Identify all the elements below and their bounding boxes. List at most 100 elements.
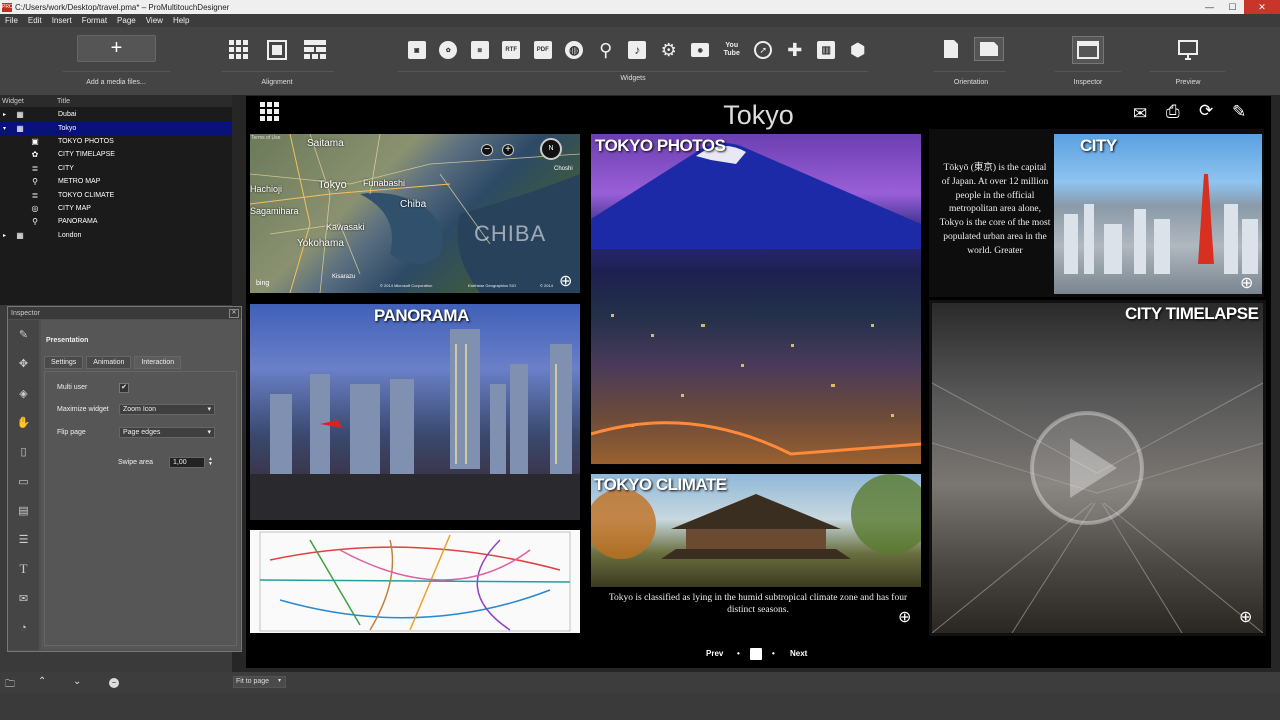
youtube-icon[interactable]: You Tube bbox=[716, 38, 748, 62]
bing-logo: bing bbox=[256, 280, 270, 287]
cube-icon[interactable]: ⬢ bbox=[842, 38, 874, 62]
text-icon[interactable]: ≣ bbox=[464, 38, 496, 62]
menu-insert[interactable]: Insert bbox=[47, 16, 77, 25]
city-timelapse-tile[interactable]: CITY TIMELAPSE ⊕ bbox=[929, 300, 1266, 636]
tab-settings[interactable]: Settings bbox=[44, 356, 84, 369]
menu-edit[interactable]: Edit bbox=[23, 16, 47, 25]
hand-icon[interactable]: ✋ bbox=[8, 408, 39, 437]
fill-icon[interactable]: ◈ bbox=[8, 379, 39, 408]
tree-row[interactable]: ≣ TOKYO CLIMATE bbox=[0, 188, 232, 201]
page-dot[interactable]: • bbox=[737, 649, 740, 658]
tree-row[interactable]: ▸ ▦ London bbox=[0, 229, 232, 242]
tree-row[interactable]: ▣ TOKYO PHOTOS bbox=[0, 135, 232, 148]
window-icon[interactable]: ▤ bbox=[8, 496, 39, 525]
panorama-tile[interactable]: PANORAMA bbox=[250, 304, 580, 520]
current-page-indicator[interactable] bbox=[750, 648, 762, 660]
menu-format[interactable]: Format bbox=[77, 16, 112, 25]
preview-monitor-icon[interactable] bbox=[1175, 37, 1201, 63]
compass-icon[interactable]: N bbox=[540, 138, 562, 160]
page-icon[interactable]: ▯ bbox=[8, 437, 39, 466]
tree-row[interactable]: ⚲ METRO MAP bbox=[0, 175, 232, 188]
close-icon[interactable]: ✕ bbox=[229, 308, 239, 318]
tree-row[interactable]: ⚲ PANORAMA bbox=[0, 215, 232, 228]
move-icon[interactable]: ✥ bbox=[8, 349, 39, 378]
reel-icon: ✿ bbox=[31, 150, 39, 160]
pdf-icon[interactable]: PDF bbox=[527, 38, 559, 62]
zoom-icon[interactable]: ⊕ bbox=[1240, 273, 1260, 293]
tree-row[interactable]: ✿ CITY TIMELAPSE bbox=[0, 148, 232, 161]
tokyo-climate-tile[interactable]: TOKYO CLIMATE Tokyo is classified as lyi… bbox=[589, 471, 924, 633]
zoom-in-button[interactable]: + bbox=[502, 144, 514, 156]
terms-link[interactable]: Terms of Use bbox=[251, 135, 280, 141]
align-mosaic-icon[interactable] bbox=[302, 38, 328, 62]
section-title: Presentation bbox=[46, 337, 89, 344]
pin-icon[interactable]: ⚲ bbox=[590, 38, 622, 62]
camera-icon[interactable]: ◉ bbox=[685, 38, 717, 62]
flip-page-select[interactable]: Page edges bbox=[119, 427, 215, 438]
mail-icon[interactable]: ✉ bbox=[8, 584, 39, 613]
monitor-icon[interactable]: ▭ bbox=[8, 466, 39, 495]
compass-icon[interactable]: ➚ bbox=[748, 38, 780, 62]
edit-icon[interactable]: ✎ bbox=[1232, 102, 1246, 122]
swipe-area-input[interactable]: 1,00 bbox=[169, 457, 205, 468]
tree-row[interactable]: ≣ CITY bbox=[0, 162, 232, 175]
landscape-icon[interactable] bbox=[974, 37, 1004, 61]
expander-icon[interactable]: ▾ bbox=[0, 125, 7, 132]
spinner-icon[interactable]: ▲ ▼ bbox=[208, 457, 213, 467]
multi-user-checkbox[interactable]: ✔ bbox=[119, 383, 129, 393]
zoom-icon[interactable]: ⊕ bbox=[898, 607, 918, 627]
menu-help[interactable]: Help bbox=[168, 16, 194, 25]
align-grid-icon[interactable] bbox=[227, 38, 251, 62]
music-icon[interactable]: ♪ bbox=[622, 38, 654, 62]
menu-view[interactable]: View bbox=[141, 16, 168, 25]
expander-icon[interactable]: ▸ bbox=[0, 111, 7, 118]
reel-icon[interactable]: ✿ bbox=[433, 38, 465, 62]
tokyo-photos-tile[interactable]: TOKYO PHOTOS bbox=[591, 134, 921, 464]
folder-icon[interactable]: 🗀 bbox=[5, 677, 15, 694]
tree-row-selected[interactable]: ▾ ▦ Tokyo bbox=[0, 121, 232, 135]
move-up-icon[interactable]: ⌃ bbox=[38, 676, 46, 687]
map-label: Saitama bbox=[307, 138, 344, 149]
menu-page[interactable]: Page bbox=[112, 16, 141, 25]
prev-link[interactable]: Prev bbox=[706, 649, 723, 658]
inspector-panel-icon[interactable] bbox=[1072, 36, 1104, 64]
preview-label: Preview bbox=[1175, 79, 1201, 86]
map-attribution: © 2014 Microsoft Corporation bbox=[380, 283, 433, 288]
page-dot[interactable]: • bbox=[772, 649, 775, 658]
metro-map-tile[interactable] bbox=[250, 530, 580, 633]
maximize-select[interactable]: Zoom Icon bbox=[119, 404, 215, 415]
expander-icon[interactable]: ▸ bbox=[0, 232, 7, 239]
city-tile[interactable]: Tōkyō (東京) is the capital of Japan. At o… bbox=[929, 129, 1264, 297]
puzzle-icon[interactable]: ✚ bbox=[779, 38, 811, 62]
mail-icon[interactable]: ✉ bbox=[1133, 104, 1147, 124]
zoom-icon[interactable]: ⊕ bbox=[559, 271, 579, 291]
gauge-icon[interactable]: ◔ bbox=[8, 613, 39, 642]
list-icon[interactable]: ☰ bbox=[8, 525, 39, 554]
print-icon[interactable]: ⎙ bbox=[1166, 102, 1180, 122]
align-single-icon[interactable] bbox=[265, 38, 289, 62]
tree-row[interactable]: ▸ ▦ Dubai bbox=[0, 108, 232, 121]
wrench-icon[interactable]: ✎ bbox=[8, 320, 39, 349]
portrait-icon[interactable] bbox=[940, 37, 962, 61]
tree-row[interactable]: ◎ CITY MAP bbox=[0, 202, 232, 215]
zoom-icon[interactable]: ⊕ bbox=[1239, 607, 1259, 627]
remove-icon[interactable]: − bbox=[109, 678, 119, 688]
gear-icon[interactable]: ⚙ bbox=[653, 38, 685, 62]
maximize-button[interactable]: ☐ bbox=[1221, 0, 1244, 14]
add-media-button[interactable]: + bbox=[77, 35, 156, 62]
globe-icon[interactable]: ◍ bbox=[559, 38, 591, 62]
rtf-icon[interactable]: RTF bbox=[496, 38, 528, 62]
tab-animation[interactable]: Animation bbox=[86, 356, 132, 369]
next-link[interactable]: Next bbox=[790, 649, 807, 658]
map-tile[interactable]: Terms of Use Saitama Tokyo Funabashi Chi… bbox=[250, 134, 580, 293]
text-format-icon[interactable]: T bbox=[8, 554, 39, 583]
zoom-out-button[interactable]: − bbox=[481, 144, 493, 156]
close-button[interactable]: ✕ bbox=[1244, 0, 1280, 14]
image-icon[interactable]: ▣ bbox=[401, 38, 433, 62]
tab-interaction[interactable]: Interaction bbox=[134, 356, 182, 369]
menu-file[interactable]: File bbox=[0, 16, 23, 25]
minimize-button[interactable]: — bbox=[1198, 0, 1221, 14]
chart-icon[interactable]: ▥ bbox=[811, 38, 843, 62]
move-down-icon[interactable]: ⌄ bbox=[73, 676, 81, 687]
refresh-icon[interactable]: ⟳ bbox=[1199, 101, 1213, 121]
